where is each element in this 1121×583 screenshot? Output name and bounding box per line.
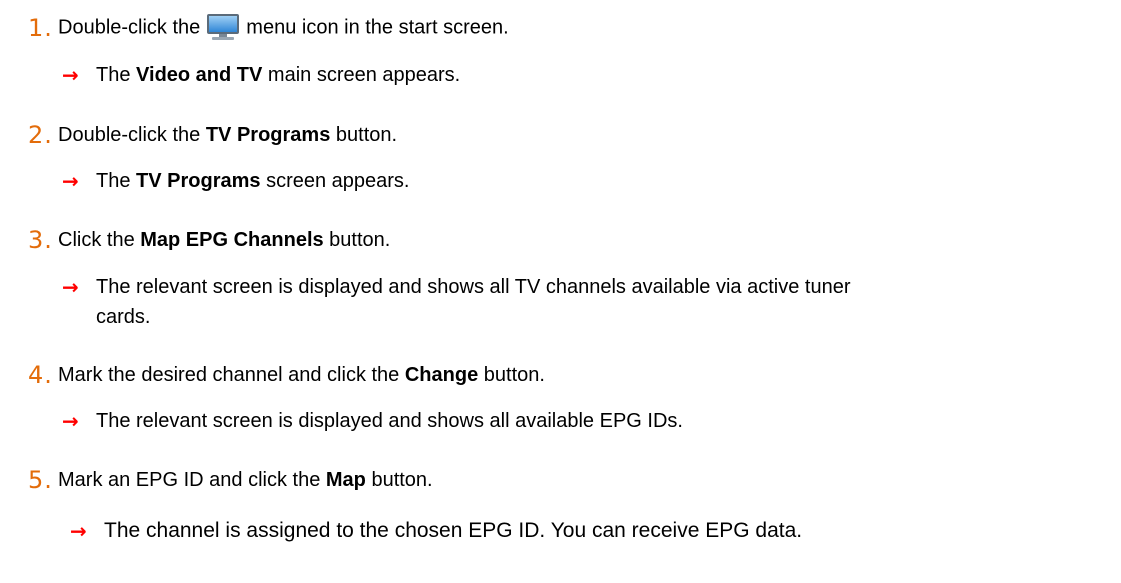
step-text: Mark an EPG ID and click the Map button.: [58, 468, 433, 491]
arrow-right-icon: →: [70, 519, 87, 543]
step-text: Mark the desired channel and click the C…: [58, 363, 545, 386]
step-number: 4.: [28, 361, 53, 389]
step-text: Double-click the menu icon in the start …: [58, 14, 509, 42]
step-3: 3. Click the Map EPG Channels button.: [28, 226, 390, 254]
step-number: 1.: [28, 14, 53, 42]
step-5-result: → The channel is assigned to the chosen …: [70, 516, 802, 546]
step-1-result: → The Video and TV main screen appears.: [62, 60, 460, 90]
step-text: Double-click the TV Programs button.: [58, 123, 398, 146]
arrow-right-icon: →: [62, 409, 79, 433]
step-4-result: → The relevant screen is displayed and s…: [62, 406, 683, 436]
step-number: 3.: [28, 226, 53, 254]
step-number: 5.: [28, 466, 53, 494]
step-2-result: → The TV Programs screen appears.: [62, 166, 410, 196]
step-4: 4. Mark the desired channel and click th…: [28, 361, 545, 389]
step-3-result: → The relevant screen is displayed and s…: [62, 272, 851, 332]
step-1: 1. Double-click the menu icon in the sta…: [28, 14, 509, 42]
step-number: 2.: [28, 121, 53, 149]
step-2: 2. Double-click the TV Programs button.: [28, 121, 397, 149]
arrow-right-icon: →: [62, 169, 79, 193]
step-text: Click the Map EPG Channels button.: [58, 228, 391, 251]
monitor-icon: [207, 14, 240, 40]
arrow-right-icon: →: [62, 63, 79, 87]
step-5: 5. Mark an EPG ID and click the Map butt…: [28, 466, 433, 494]
arrow-right-icon: →: [62, 275, 79, 299]
